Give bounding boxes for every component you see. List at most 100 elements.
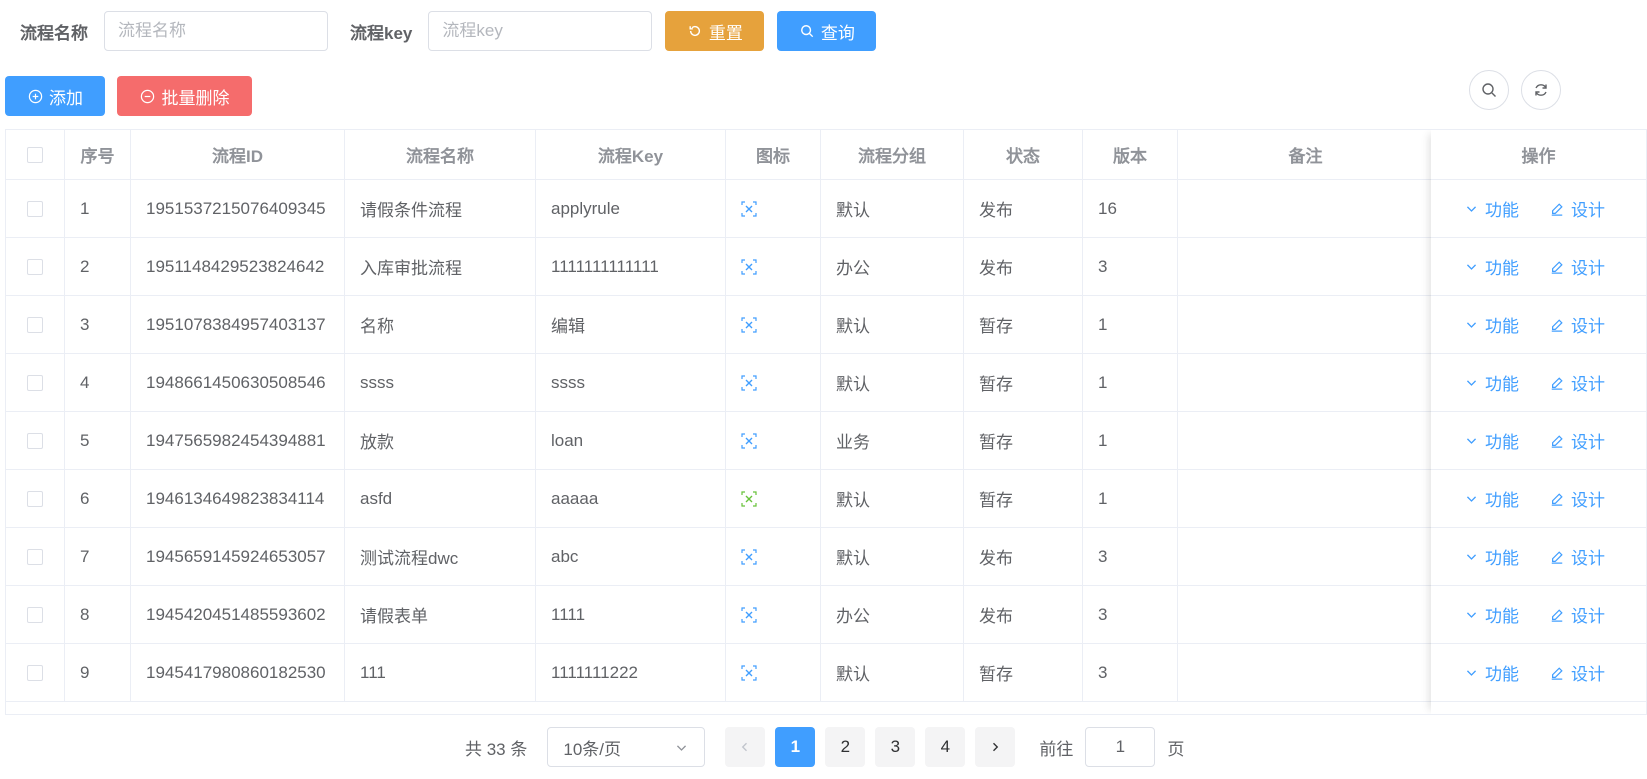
cell-name: 入库审批流程: [345, 238, 536, 295]
function-link[interactable]: 功能: [1463, 254, 1519, 279]
function-link[interactable]: 功能: [1463, 196, 1519, 221]
design-link[interactable]: 设计: [1549, 660, 1605, 685]
row-checkbox[interactable]: [27, 606, 43, 623]
design-label: 设计: [1571, 317, 1605, 336]
design-link[interactable]: 设计: [1549, 370, 1605, 395]
cell-index: 2: [65, 238, 131, 295]
row-checkbox[interactable]: [27, 490, 43, 507]
chevron-down-icon: [1463, 491, 1479, 507]
function-link[interactable]: 功能: [1463, 602, 1519, 627]
cell-key: 编辑: [536, 296, 726, 353]
col-header-index[interactable]: 序号: [65, 130, 131, 179]
refresh-table-button[interactable]: [1521, 70, 1561, 110]
add-button[interactable]: 添加: [5, 76, 105, 116]
row-checkbox[interactable]: [27, 258, 43, 275]
row-checkbox[interactable]: [27, 316, 43, 333]
col-header-group[interactable]: 流程分组: [821, 130, 964, 179]
cell-remark: [1178, 238, 1434, 295]
row-checkbox[interactable]: [27, 548, 43, 565]
row-checkbox[interactable]: [27, 664, 43, 681]
name-search-input[interactable]: [104, 11, 328, 51]
row-actions: 功能 设计: [1431, 238, 1646, 296]
row-checkbox[interactable]: [27, 432, 43, 449]
row-checkbox[interactable]: [27, 200, 43, 217]
chevron-down-icon: [1463, 665, 1479, 681]
page-button[interactable]: 1: [775, 727, 816, 767]
col-header-name[interactable]: 流程名称: [345, 130, 536, 179]
goto-page-input[interactable]: [1085, 727, 1156, 767]
cell-version: 1: [1083, 470, 1178, 527]
design-link[interactable]: 设计: [1549, 254, 1605, 279]
row-actions: 功能 设计: [1431, 296, 1646, 354]
pagination: 共 33 条 10条/页 1234 前往 页: [465, 727, 1184, 767]
function-link[interactable]: 功能: [1463, 312, 1519, 337]
cell-name: asfd: [345, 470, 536, 527]
page-button[interactable]: 3: [875, 727, 916, 767]
reset-button[interactable]: 重置: [665, 11, 765, 51]
cell-index: 1: [65, 180, 131, 237]
edit-icon: [1549, 665, 1565, 681]
cell-index: 6: [65, 470, 131, 527]
function-link[interactable]: 功能: [1463, 660, 1519, 685]
toggle-search-button[interactable]: [1469, 70, 1509, 110]
function-label: 功能: [1485, 665, 1519, 684]
page-button[interactable]: 4: [925, 727, 966, 767]
cell-id: 1946134649823834114: [131, 470, 345, 527]
page-button[interactable]: 2: [825, 727, 866, 767]
key-search-input[interactable]: [428, 11, 653, 51]
row-checkbox[interactable]: [27, 374, 43, 391]
plus-circle-icon: [27, 88, 43, 104]
col-header-icon[interactable]: 图标: [726, 130, 821, 179]
actions-column: 操作 功能 设计 功能 设计 功能 设计 功能 设计 功能 设计 功能 设计 功能 设计 功能 设计 功能 设计: [1431, 130, 1646, 714]
process-icon: [741, 432, 757, 449]
cell-key: 1111111222: [536, 644, 726, 701]
cell-group: 默认: [821, 180, 964, 237]
design-label: 设计: [1571, 491, 1605, 510]
cell-remark: [1178, 644, 1434, 701]
col-header-version[interactable]: 版本: [1083, 130, 1178, 179]
key-label: 流程key: [350, 23, 413, 43]
chevron-down-icon: [1463, 201, 1479, 217]
edit-icon: [1549, 201, 1565, 217]
design-link[interactable]: 设计: [1549, 428, 1605, 453]
cell-name: 111: [345, 644, 536, 701]
cell-group: 默认: [821, 296, 964, 353]
col-header-status[interactable]: 状态: [964, 130, 1083, 179]
cell-icon: [726, 528, 821, 585]
design-link[interactable]: 设计: [1549, 544, 1605, 569]
reset-label: 重置: [708, 23, 743, 43]
page-size-select[interactable]: 10条/页: [547, 727, 706, 767]
prev-page-button[interactable]: [725, 727, 766, 767]
chevron-down-icon: [1463, 259, 1479, 275]
next-page-button[interactable]: [975, 727, 1016, 767]
design-link[interactable]: 设计: [1549, 196, 1605, 221]
cell-group: 办公: [821, 586, 964, 643]
function-link[interactable]: 功能: [1463, 544, 1519, 569]
table-header: 序号 流程ID 流程名称 流程Key 图标 流程分组 状态 版本 备注: [6, 130, 1646, 180]
process-table: 序号 流程ID 流程名称 流程Key 图标 流程分组 状态 版本 备注 1 195…: [5, 129, 1647, 715]
design-label: 设计: [1571, 375, 1605, 394]
cell-name: 请假条件流程: [345, 180, 536, 237]
toolbar: 添加 批量删除: [5, 76, 252, 116]
col-header-key[interactable]: 流程Key: [536, 130, 726, 179]
design-label: 设计: [1571, 433, 1605, 452]
design-link[interactable]: 设计: [1549, 602, 1605, 627]
cell-icon: [726, 354, 821, 411]
col-header-remark[interactable]: 备注: [1178, 130, 1434, 179]
function-link[interactable]: 功能: [1463, 486, 1519, 511]
function-link[interactable]: 功能: [1463, 428, 1519, 453]
batch-delete-button[interactable]: 批量删除: [117, 76, 252, 116]
row-actions: 功能 设计: [1431, 180, 1646, 238]
design-link[interactable]: 设计: [1549, 486, 1605, 511]
cell-status: 暂存: [964, 354, 1083, 411]
col-header-id[interactable]: 流程ID: [131, 130, 345, 179]
cell-name: ssss: [345, 354, 536, 411]
cell-index: 4: [65, 354, 131, 411]
function-link[interactable]: 功能: [1463, 370, 1519, 395]
chevron-down-icon: [673, 739, 689, 755]
design-link[interactable]: 设计: [1549, 312, 1605, 337]
query-button[interactable]: 查询: [777, 11, 877, 51]
function-label: 功能: [1485, 549, 1519, 568]
select-all-checkbox[interactable]: [27, 146, 43, 163]
cell-version: 3: [1083, 586, 1178, 643]
